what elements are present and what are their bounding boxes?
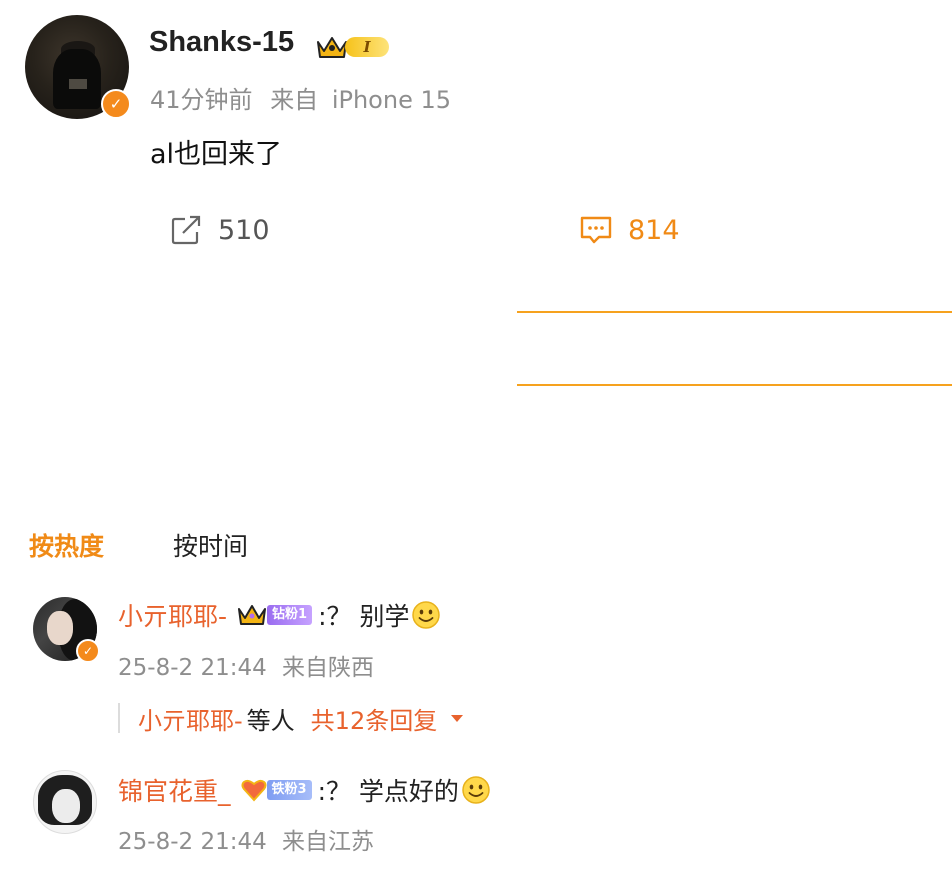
comment-button[interactable]: 814 [578, 210, 680, 250]
divider-line [517, 384, 952, 386]
reply-count[interactable]: 共12条回复 [311, 701, 438, 736]
crown-icon [317, 37, 347, 58]
comment-location: 来自陕西 [282, 655, 375, 681]
smile-icon [462, 776, 490, 804]
comment-meta: 25-8-2 21:44 来自江苏 [118, 822, 374, 856]
commenter-avatar[interactable]: ✓ [33, 597, 100, 663]
comment-username[interactable]: 小亓耶耶- [118, 597, 227, 633]
comment-date: 25-8-2 21:44 [118, 655, 267, 681]
vip-badge[interactable]: I [315, 33, 391, 61]
verified-icon: ✓ [101, 89, 131, 119]
author-name[interactable]: Shanks-15 [149, 26, 294, 59]
commenter-avatar-image [33, 770, 97, 834]
post-source-prefix: 来自 [270, 86, 319, 114]
comment-count: 814 [628, 214, 680, 246]
reply-others: 等人 [246, 706, 295, 735]
post-content: al也回来了 [150, 139, 283, 170]
verified-icon: ✓ [76, 639, 100, 663]
comment-location: 来自江苏 [282, 829, 375, 855]
vip-level: I [345, 37, 389, 57]
reply-username[interactable]: 小亓耶耶- [138, 701, 243, 736]
repost-button[interactable]: 510 [170, 210, 270, 250]
divider-line [517, 311, 952, 313]
comment-line: 锦官花重_ 铁粉3 :？ 学点好的 [118, 772, 491, 808]
post-source: iPhone 15 [331, 86, 452, 114]
comment-username[interactable]: 锦官花重_ [118, 772, 231, 808]
reply-summary[interactable]: 小亓耶耶- 等人 共12条回复 [118, 701, 465, 736]
repost-icon [170, 214, 204, 246]
repost-count: 510 [218, 214, 270, 246]
comment-icon [578, 214, 614, 246]
weibo-post-page: ✓ Shanks-15 I 41分钟前 来自 iPhone 15 al也回来了 … [0, 0, 952, 872]
comment-date: 25-8-2 21:44 [118, 829, 267, 855]
comment-text: :？ 别学 [318, 602, 410, 631]
fan-badge[interactable]: 钻粉1 [237, 602, 313, 628]
comment-meta: 25-8-2 21:44 来自陕西 [118, 648, 374, 682]
crown-icon [238, 605, 267, 625]
author-avatar[interactable]: ✓ [25, 15, 131, 119]
heart-icon [241, 779, 267, 802]
tab-sort-hot[interactable]: 按热度 [29, 527, 104, 563]
tab-sort-time[interactable]: 按时间 [173, 527, 248, 563]
fan-badge[interactable]: 铁粉3 [241, 777, 312, 803]
fan-badge-label: 钻粉1 [267, 605, 313, 625]
fan-badge-label: 铁粉3 [266, 780, 312, 800]
smile-icon [412, 601, 441, 629]
post-meta: 41分钟前 来自 iPhone 15 [150, 80, 451, 115]
comment-text: :？ 学点好的 [317, 777, 459, 806]
caret-down-icon [449, 712, 465, 724]
comment-line: 小亓耶耶- 钻粉1 :？ 别学 [118, 597, 441, 633]
post-time: 41分钟前 [150, 86, 253, 114]
commenter-avatar[interactable] [33, 770, 97, 834]
